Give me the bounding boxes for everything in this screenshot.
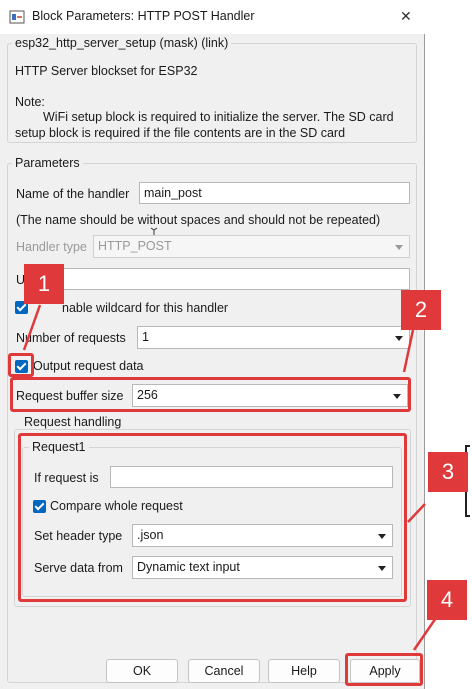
annotation-badge-3: 3	[428, 452, 468, 492]
highlight-output-request-checkbox	[8, 353, 34, 377]
handler-name-label: Name of the handler	[16, 187, 130, 201]
parameters-legend: Parameters	[12, 156, 83, 170]
note-line-1: WiFi setup block is required to initiali…	[43, 110, 394, 124]
uri-input[interactable]	[58, 268, 410, 290]
num-requests-select[interactable]: 1	[137, 326, 410, 349]
handler-name-input[interactable]: main_post	[139, 182, 410, 204]
mask-header: esp32_http_server_setup (mask) (link)	[12, 36, 232, 50]
note-label: Note:	[15, 95, 45, 109]
handler-type-label: Handler type	[16, 240, 87, 254]
request-handling-legend: Request handling	[21, 415, 125, 429]
note-line-2: setup block is required if the file cont…	[15, 126, 346, 140]
help-button[interactable]: Help	[268, 659, 340, 683]
handler-type-value: HTTP_POST	[98, 239, 172, 253]
highlight-request-handling	[18, 433, 407, 602]
wildcard-label: nable wildcard for this handler	[62, 301, 229, 315]
cancel-button[interactable]: Cancel	[188, 659, 260, 683]
handler-name-hint: (The name should be without spaces and s…	[16, 213, 381, 227]
annotation-badge-4: 4	[427, 580, 467, 620]
output-request-label: Output request data	[33, 359, 144, 373]
num-requests-label: Number of requests	[16, 331, 126, 345]
annotation-badge-1: 1	[24, 264, 64, 304]
title-bar: Block Parameters: HTTP POST Handler ✕	[0, 0, 425, 34]
highlight-apply-button	[345, 653, 423, 686]
chevron-down-icon	[395, 336, 403, 341]
chevron-down-icon	[395, 245, 403, 250]
annotation-badge-2: 2	[401, 290, 441, 330]
simulink-block-icon	[9, 10, 25, 24]
mask-description: HTTP Server blockset for ESP32	[15, 64, 198, 78]
ok-button[interactable]: OK	[106, 659, 178, 683]
num-requests-value: 1	[142, 330, 149, 344]
highlight-buffer-size	[10, 377, 411, 412]
window-title: Block Parameters: HTTP POST Handler	[32, 9, 255, 23]
close-icon[interactable]: ✕	[400, 8, 412, 25]
handler-type-select: HTTP_POST	[93, 235, 410, 258]
